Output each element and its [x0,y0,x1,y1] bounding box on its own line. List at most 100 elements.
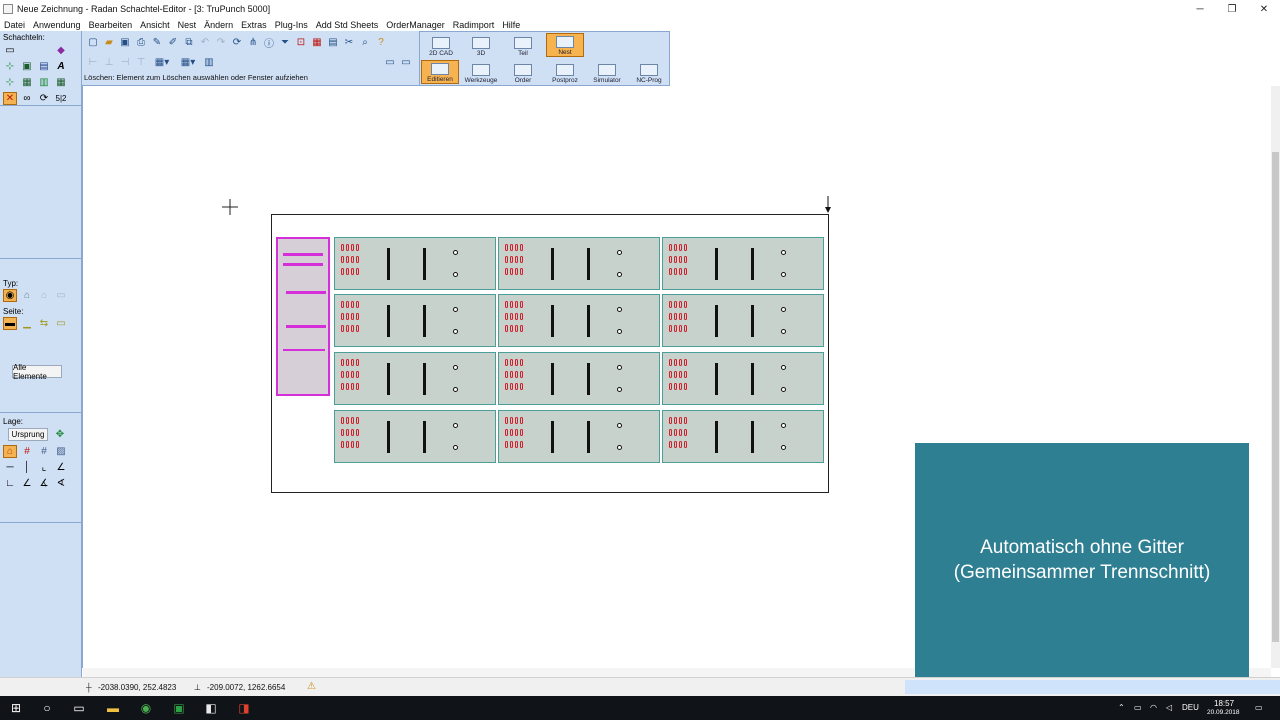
side-flip-icon[interactable]: ⇆ [37,317,51,330]
nested-part[interactable] [662,410,824,463]
clock-date[interactable]: 20.09.2018 [1207,709,1240,716]
line-angle-icon[interactable]: ∠ [54,461,68,474]
close-button[interactable]: ✕ [1248,0,1280,18]
menu-hilfe[interactable]: Hilfe [498,20,524,30]
layers-icon[interactable]: ▤ [326,35,340,49]
house-icon[interactable]: ⌂ [20,289,34,302]
text-icon[interactable]: A [54,60,68,73]
restore-button[interactable]: ❐ [1216,0,1248,18]
print-icon[interactable]: ⎙ [134,35,148,49]
grid-diag-icon[interactable]: ▨ [54,445,68,458]
angle-c-icon[interactable]: ∢ [54,477,68,490]
align-left-icon[interactable]: ⊢ [86,55,100,69]
nested-part[interactable] [498,410,660,463]
panel-hide-icon[interactable]: ▭ [399,55,413,69]
axis-icon[interactable]: ∟ [3,477,17,490]
mode-nc-prog[interactable]: NC-Prog [630,60,668,84]
link-icon[interactable]: ∞ [20,92,34,105]
lock-toolbar-icon[interactable]: ⊡ [294,35,308,49]
open-folder-icon[interactable]: ▰ [102,35,116,49]
view-dropdown-icon[interactable]: ▦▾ [150,55,174,69]
angle-b-icon[interactable]: ∡ [37,477,51,490]
minimize-button[interactable]: ─ [1184,0,1216,18]
delete-icon[interactable]: ✕ [3,92,17,105]
menu-aendern[interactable]: Ändern [200,20,237,30]
fraction-icon[interactable]: 5|2 [54,92,68,105]
language-indicator[interactable]: DEU [1182,703,1199,712]
eraser-icon[interactable]: ◆ [54,44,68,57]
origin-move-icon[interactable]: ✥ [53,428,67,441]
radan-taskbar-icon[interactable]: ◨ [236,700,252,716]
table-icon[interactable]: ▥ [37,76,51,89]
menu-nest[interactable]: Nest [174,20,201,30]
mode-order[interactable]: Order [504,60,542,84]
mode-nest[interactable]: Nest [546,33,584,57]
nested-part[interactable] [334,410,496,463]
network-icon[interactable]: ⋔ [246,35,260,49]
search-icon[interactable]: ○ [39,700,55,716]
side-both-icon[interactable]: ▬ [3,317,17,330]
side-bottom-icon[interactable]: ▭ [54,317,68,330]
move-node-icon[interactable]: ⊹ [3,76,17,89]
part-type-icon[interactable]: ◉ [3,289,17,302]
zoom-icon[interactable]: ⌕ [358,35,372,49]
menu-anwendung[interactable]: Anwendung [29,20,85,30]
scroll-thumb[interactable] [1272,152,1279,642]
undo-icon[interactable]: ↶ [198,35,212,49]
warning-icon[interactable]: ⚠ [307,681,316,692]
nested-part[interactable] [334,352,496,405]
copy-icon[interactable]: ⧉ [182,35,196,49]
help-icon[interactable]: ? [374,35,388,49]
nested-part[interactable] [662,294,824,347]
grid-blue-icon[interactable]: # [37,445,51,458]
pattern-icon[interactable]: ▦ [20,76,34,89]
rectangle-icon[interactable]: ▭ [3,44,17,57]
nested-part[interactable] [662,237,824,290]
file-explorer-icon[interactable]: ▬ [105,700,121,716]
tray-chevron-icon[interactable]: ⌃ [1118,703,1125,712]
new-file-icon[interactable]: ▢ [86,35,100,49]
grid-tool-icon[interactable]: ▣ [20,60,34,73]
menu-datei[interactable]: Datei [0,20,29,30]
clipboard-icon[interactable]: ▤ [37,60,51,73]
line-h-icon[interactable]: ─ [3,461,17,474]
menu-add-std-sheets[interactable]: Add Std Sheets [312,20,383,30]
grid-dropdown-icon[interactable]: ▦▾ [176,55,200,69]
menu-ansicht[interactable]: Ansicht [136,20,174,30]
mode-postproz[interactable]: Postproz [546,60,584,84]
app-white-icon[interactable]: ◧ [203,700,219,716]
shape-icon[interactable]: ⌂ [37,289,51,302]
nested-part[interactable] [498,352,660,405]
array-icon[interactable]: ▦ [54,76,68,89]
nested-part[interactable] [334,237,496,290]
windows-start-icon[interactable]: ⊞ [8,700,24,716]
mode-2d-cad[interactable]: 2D CAD [422,33,460,57]
mode-simulator[interactable]: Simulator [588,60,626,84]
nested-part[interactable] [498,237,660,290]
lock-icon[interactable]: ⌂ [3,445,17,458]
clock-time[interactable]: 18:57 [1214,699,1234,708]
rotate-icon[interactable]: ⟳ [37,92,51,105]
menu-plugins[interactable]: Plug-Ins [271,20,312,30]
panel-toggle-icon[interactable]: ▭ [383,55,397,69]
sheet-icon[interactable]: ▦ [310,35,324,49]
tools-icon[interactable]: ✂ [342,35,356,49]
notification-icon[interactable]: ▭ [1255,703,1263,712]
menu-ordermanager[interactable]: OrderManager [382,20,449,30]
line-v-icon[interactable]: │ [20,461,34,474]
ursprung-button[interactable]: Ursprung [8,428,48,441]
menu-extras[interactable]: Extras [237,20,271,30]
task-view-icon[interactable]: ▭ [71,700,87,716]
mode-werkzeuge[interactable]: Werkzeuge [462,60,500,84]
selected-part-strip[interactable] [276,237,330,396]
draw-icon[interactable]: ✐ [166,35,180,49]
refresh-icon[interactable]: ⟳ [230,35,244,49]
mode-editieren[interactable]: Editieren [421,60,459,84]
filter-icon[interactable]: ⏷ [278,35,292,49]
alle-elemente-button[interactable]: Alle Elemente [12,363,62,381]
grid-red-icon[interactable]: # [20,445,34,458]
angle-a-icon[interactable]: ∠ [20,477,34,490]
menu-radimport[interactable]: Radimport [449,20,499,30]
nested-part[interactable] [498,294,660,347]
mode-teil[interactable]: Teil [504,33,542,57]
